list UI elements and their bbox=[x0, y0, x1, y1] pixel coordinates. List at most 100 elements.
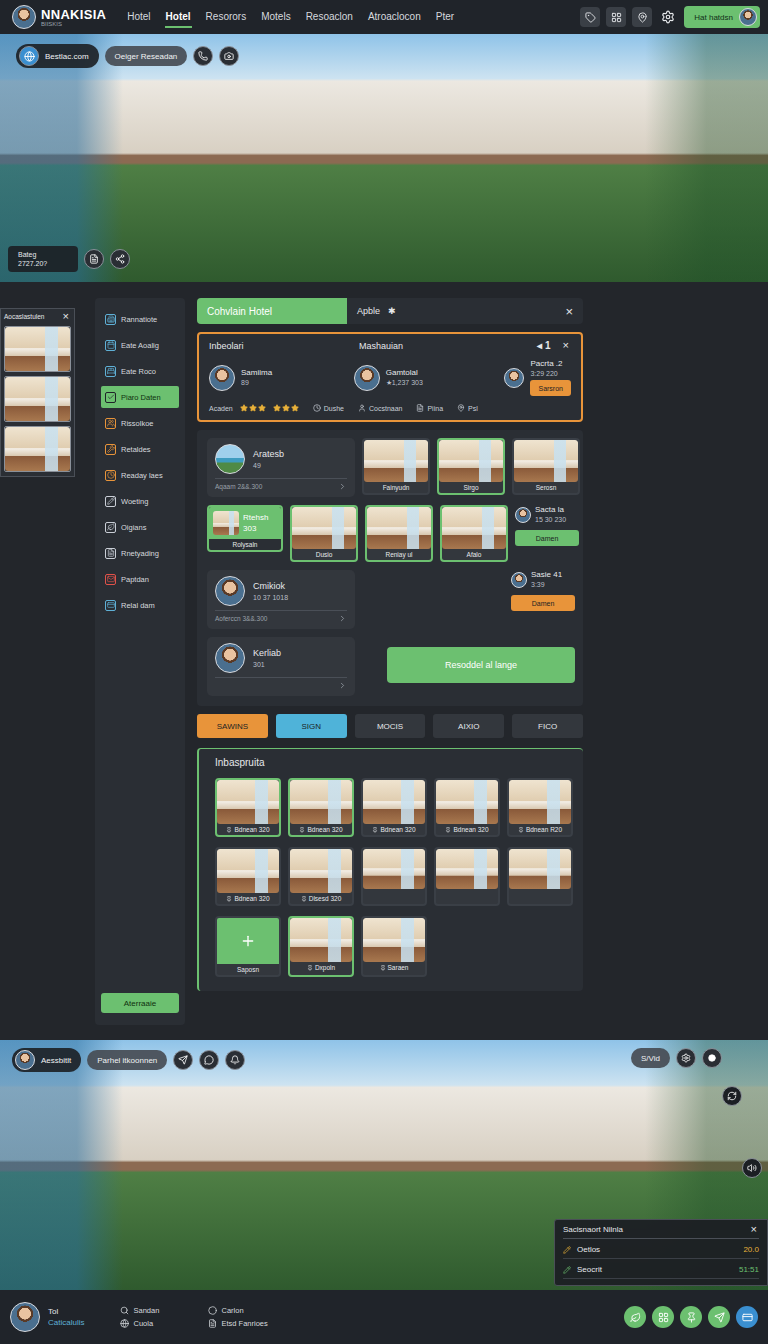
strip-thumb[interactable] bbox=[4, 376, 71, 422]
room-thumb[interactable]: Dusio bbox=[290, 505, 358, 562]
account-button[interactable]: Hat hatdsn bbox=[684, 6, 760, 28]
sidebar-item[interactable]: Oigians bbox=[101, 516, 179, 538]
camera-button[interactable] bbox=[219, 46, 239, 66]
logo[interactable]: NNAKISIABIISKIS bbox=[12, 5, 106, 29]
secondary-tab[interactable]: Apble✱ bbox=[347, 306, 406, 316]
sidebar-item[interactable]: Woeting bbox=[101, 490, 179, 512]
nav-item[interactable]: Motels bbox=[260, 7, 291, 28]
category-tab[interactable]: MOCIS bbox=[355, 714, 426, 738]
site-action-pill[interactable]: Oeiger Reseadan bbox=[105, 46, 188, 66]
sidebar-item[interactable]: Relal dam bbox=[101, 594, 179, 616]
footer-link[interactable]: Cuola bbox=[120, 1319, 200, 1328]
category-tab[interactable]: FICO bbox=[512, 714, 583, 738]
site-button[interactable] bbox=[19, 46, 39, 66]
nav-item[interactable]: Atroaclocon bbox=[367, 7, 422, 28]
category-tab[interactable]: AIXIO bbox=[433, 714, 504, 738]
panel-close[interactable]: × bbox=[563, 305, 575, 318]
primary-tab[interactable]: Cohvlain Hotel bbox=[197, 298, 347, 324]
staff-close[interactable]: × bbox=[561, 340, 571, 351]
room-thumb[interactable]: Serosn bbox=[512, 438, 580, 495]
gallery-tile[interactable]: Bdnean 320 bbox=[434, 778, 500, 837]
nav-item[interactable]: Pter bbox=[435, 7, 455, 28]
stats-close[interactable]: × bbox=[749, 1224, 759, 1235]
gallery-tile[interactable] bbox=[507, 847, 573, 906]
settings-button[interactable] bbox=[676, 1048, 696, 1068]
list-entry[interactable]: Kerliab301 bbox=[207, 637, 355, 696]
gallery-tile[interactable]: Bdnean R20 bbox=[507, 778, 573, 837]
gallery-tile[interactable]: Bdnean 320 bbox=[215, 847, 281, 906]
sidebar-item[interactable]: Paptdan bbox=[101, 568, 179, 590]
user-pill[interactable]: Aessbitlt bbox=[12, 1048, 81, 1072]
staff-member[interactable]: Gamtolal★1,237 303 bbox=[354, 365, 423, 391]
nav-item[interactable]: Hotel bbox=[126, 7, 151, 28]
gallery-tile[interactable]: Dxpoln bbox=[288, 916, 354, 977]
tag-button[interactable] bbox=[580, 7, 600, 27]
footer-action[interactable] bbox=[680, 1306, 702, 1328]
gallery-tile[interactable] bbox=[434, 847, 500, 906]
member-action-button[interactable]: Sarsron bbox=[530, 380, 571, 396]
add-button[interactable] bbox=[217, 918, 279, 964]
feature-card[interactable]: Rtehsh303Rolysaln bbox=[207, 505, 283, 552]
sidebar-item[interactable]: Retaldes bbox=[101, 438, 179, 460]
nav-item[interactable]: Resoaclon bbox=[305, 7, 354, 28]
footer-action[interactable] bbox=[652, 1306, 674, 1328]
add-tile[interactable]: Saposn bbox=[215, 916, 281, 977]
send-button[interactable] bbox=[173, 1050, 193, 1070]
bell-button[interactable] bbox=[225, 1050, 245, 1070]
gallery-tile[interactable]: Bdnean 320 bbox=[361, 778, 427, 837]
staff-pager[interactable]: ◂ 1 bbox=[537, 340, 550, 351]
footer-link[interactable]: Etsd Fanrioes bbox=[208, 1319, 298, 1328]
file-button[interactable] bbox=[84, 249, 104, 269]
room-thumb[interactable]: Fainyudn bbox=[362, 438, 430, 495]
volume-button[interactable] bbox=[742, 1158, 762, 1178]
gallery-tile[interactable]: Dlsesd 320 bbox=[288, 847, 354, 906]
gallery-tile[interactable]: Bdnean 320 bbox=[288, 778, 354, 837]
footer-action[interactable] bbox=[624, 1306, 646, 1328]
footer-link[interactable]: Sandan bbox=[120, 1306, 200, 1315]
gallery-tile[interactable] bbox=[361, 847, 427, 906]
sidebar-item[interactable]: Eate Roco bbox=[101, 360, 179, 382]
room-thumb[interactable]: Reniay ul bbox=[365, 505, 433, 562]
share-button[interactable] bbox=[110, 249, 130, 269]
list-entry[interactable]: Aratesb49Aqaam 2&&.300 bbox=[207, 438, 355, 497]
list-entry[interactable]: Cmikiok10 37 1018Aoferccn 3&&.300 bbox=[207, 570, 355, 629]
phone-button[interactable] bbox=[193, 46, 213, 66]
person-action-button[interactable]: Damen bbox=[515, 530, 579, 546]
record-button[interactable] bbox=[702, 1048, 722, 1068]
sidebar-item[interactable]: Eate Aoalig bbox=[101, 334, 179, 356]
gallery-tile[interactable]: Bdnean 320 bbox=[215, 778, 281, 837]
footer-action[interactable] bbox=[736, 1306, 758, 1328]
footer-user[interactable]: TolCaticalulis bbox=[10, 1302, 84, 1332]
sidebar-item[interactable]: Rissolkoe bbox=[101, 412, 179, 434]
staff-member[interactable]: Samiima89 bbox=[209, 365, 272, 391]
wide-action-button[interactable]: Resoddel al lange bbox=[387, 647, 575, 683]
sidebar-item[interactable]: Rannatiote bbox=[101, 308, 179, 330]
sidebar-item[interactable]: Piaro Daten bbox=[101, 386, 179, 408]
site-pill[interactable]: Bestlac.com bbox=[16, 44, 99, 68]
sidebar-button[interactable]: Aterraaie bbox=[101, 993, 179, 1013]
category-tab[interactable]: SIGN bbox=[276, 714, 347, 738]
photo-strip-close[interactable]: × bbox=[61, 311, 71, 322]
category-tab[interactable]: SAWINS bbox=[197, 714, 268, 738]
staff-member[interactable]: Pacrta .23:29 220Sarsron bbox=[504, 359, 571, 396]
nav-item[interactable]: Hotel bbox=[165, 7, 192, 28]
settings-button[interactable] bbox=[658, 7, 678, 27]
message-button[interactable] bbox=[199, 1050, 219, 1070]
footer-link[interactable]: Carlon bbox=[208, 1306, 298, 1315]
action-icon bbox=[630, 1312, 641, 1323]
gallery-tile[interactable]: Saraen bbox=[361, 916, 427, 977]
sidebar-item[interactable]: Rnetyading bbox=[101, 542, 179, 564]
strip-thumb[interactable] bbox=[4, 426, 71, 472]
pin-button[interactable] bbox=[632, 7, 652, 27]
place-pill[interactable]: Parhel itkoonnen bbox=[87, 1050, 167, 1070]
nav-item[interactable]: Resorors bbox=[205, 7, 248, 28]
sidebar-item[interactable]: Readay laes bbox=[101, 464, 179, 486]
media-pill[interactable]: S/Vid bbox=[631, 1048, 670, 1068]
strip-thumb[interactable] bbox=[4, 326, 71, 372]
refresh-button[interactable] bbox=[722, 1086, 742, 1106]
footer-action[interactable] bbox=[708, 1306, 730, 1328]
room-thumb[interactable]: Afalo bbox=[440, 505, 508, 562]
room-thumb[interactable]: Sirgo bbox=[437, 438, 505, 495]
person-action-button[interactable]: Damen bbox=[511, 595, 575, 611]
grid-button[interactable] bbox=[606, 7, 626, 27]
